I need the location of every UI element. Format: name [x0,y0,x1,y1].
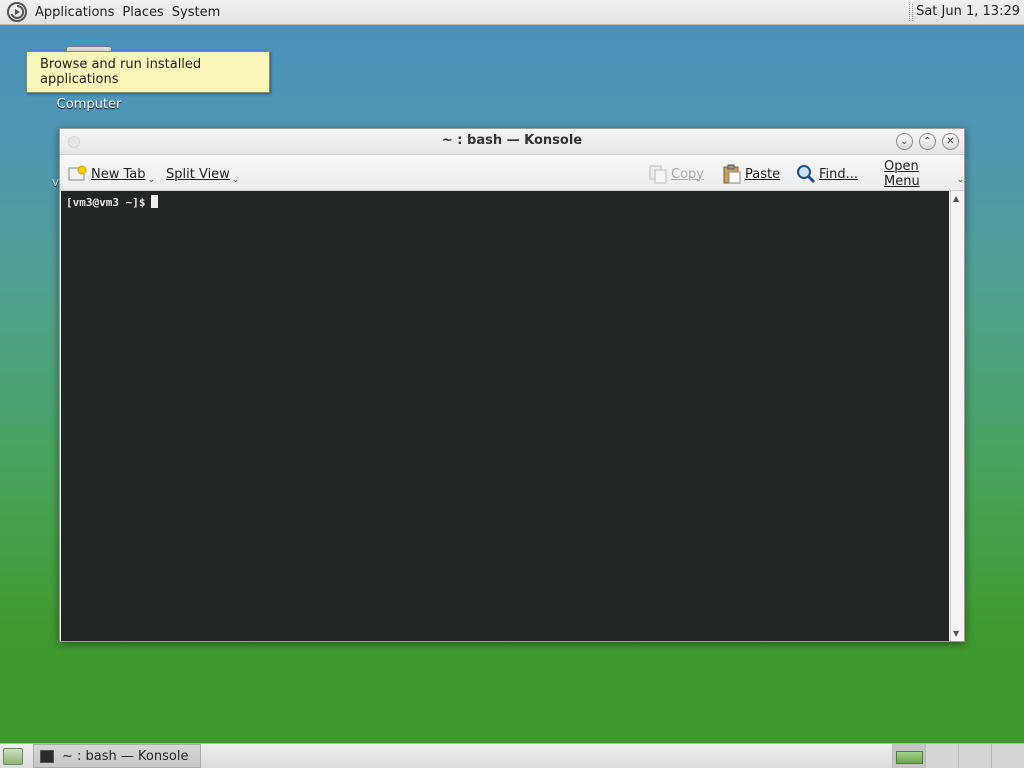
find-button[interactable]: Find... [796,163,858,185]
system-menu[interactable]: System [168,5,224,20]
konsole-window: ~ : bash — Konsole ⌄ ⌃ ✕ New Tab ⌄ Split… [59,128,965,642]
paste-button[interactable]: Paste [722,163,780,185]
desktop-partial-label: V [52,178,59,189]
window-title: ~ : bash — Konsole [441,133,583,148]
desktop-icon-label: Computer [56,97,122,112]
chevron-down-icon: ⌄ [956,175,964,185]
bottom-panel: ~ : bash — Konsole [0,743,1024,768]
scroll-down-icon[interactable]: ▼ [953,629,959,638]
open-menu-button[interactable]: Open Menu ⌄ [884,159,964,189]
new-tab-label: New Tab [91,166,146,182]
copy-label: Copy [671,166,704,182]
paste-label: Paste [745,166,781,182]
paste-icon [723,164,741,184]
workspace-window-preview [896,751,923,764]
copy-button[interactable]: Copy [648,163,704,185]
new-tab-button[interactable]: New Tab ⌄ [68,163,155,185]
taskbar-item-konsole[interactable]: ~ : bash — Konsole [33,744,201,768]
minimize-button[interactable]: ⌄ [896,133,913,150]
workspace-1[interactable] [892,744,925,768]
scroll-up-icon[interactable]: ▲ [953,194,959,203]
distro-logo-icon[interactable] [6,1,28,23]
open-menu-label: Open Menu [884,159,920,189]
find-label: Find... [819,166,859,182]
taskbar-item-label: ~ : bash — Konsole [62,748,189,764]
terminal-area[interactable]: [vm3@vm3 ~]$ [61,191,949,641]
top-panel: Applications Places System Sat Jun 1, 13… [0,0,1024,25]
close-button[interactable]: ✕ [942,133,959,150]
prompt-text: [vm3@vm3 ~]$ [66,196,146,209]
tooltip-text: Browse and run installed applications [40,57,202,87]
konsole-toolbar: New Tab ⌄ Split View ⌄ Copy Paste Find..… [60,155,964,191]
search-icon [797,165,816,184]
chevron-down-icon: ⌄ [231,175,240,185]
panel-separator [909,4,913,21]
terminal-prompt: [vm3@vm3 ~]$ [66,195,159,209]
workspace-3[interactable] [958,744,991,768]
places-menu[interactable]: Places [118,5,167,20]
applications-menu[interactable]: Applications [31,5,118,20]
chevron-down-icon: ⌄ [147,175,156,185]
workspace-2[interactable] [925,744,958,768]
new-tab-icon [68,165,87,181]
tooltip: Browse and run installed applications [26,51,270,93]
terminal-cursor [151,195,159,208]
terminal-icon [40,749,54,763]
split-view-label: Split View [166,166,230,182]
terminal-scrollbar[interactable]: ▲ ▼ [950,191,964,641]
show-desktop-icon[interactable] [3,748,23,765]
maximize-button[interactable]: ⌃ [919,133,936,150]
copy-icon [649,165,667,184]
workspace-4[interactable] [991,744,1024,768]
clock[interactable]: Sat Jun 1, 13:29 [916,4,1020,19]
window-titlebar[interactable]: ~ : bash — Konsole ⌄ ⌃ ✕ [60,129,964,155]
split-view-button[interactable]: Split View ⌄ [166,163,240,186]
